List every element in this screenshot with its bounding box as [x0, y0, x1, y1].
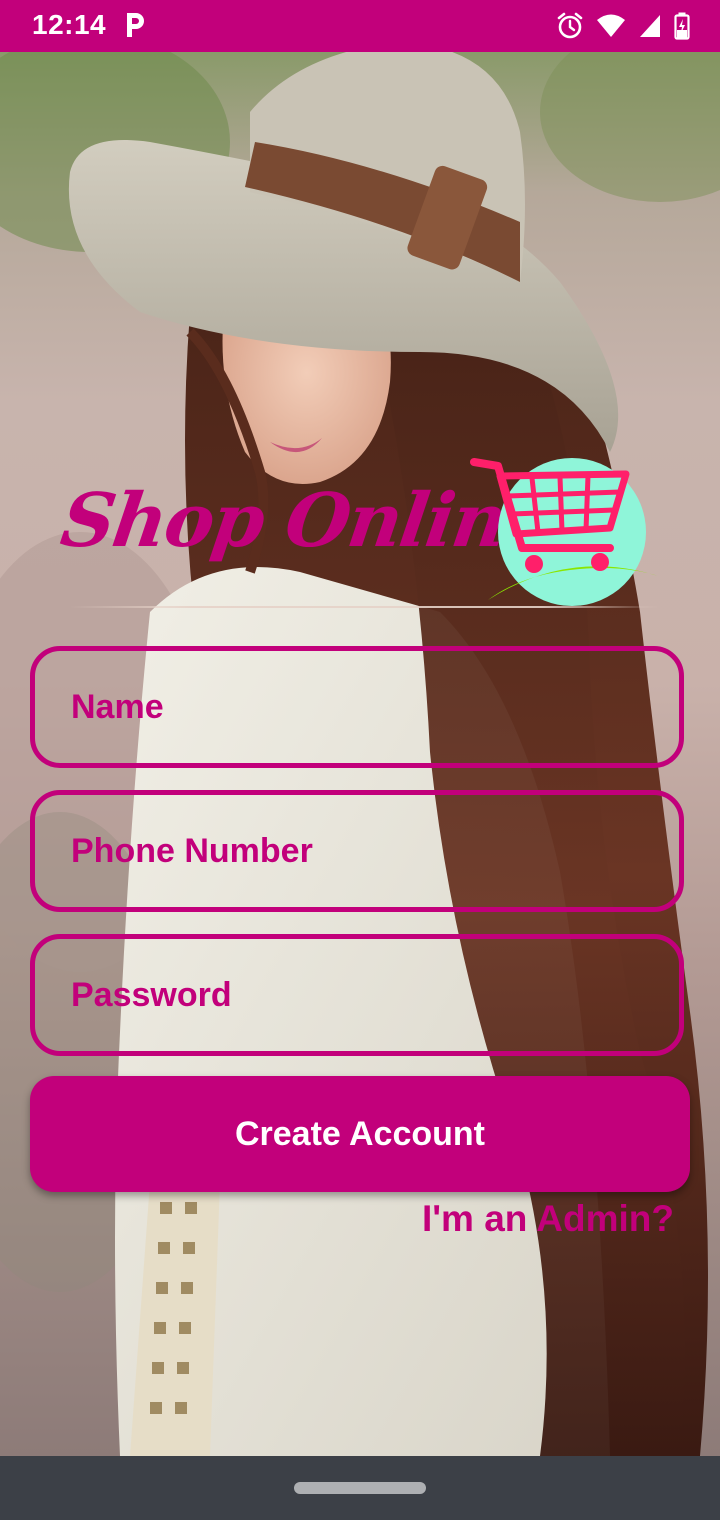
status-time: 12:14 [32, 9, 107, 40]
shopping-cart-icon [470, 458, 658, 606]
status-icons [556, 10, 690, 42]
phone-number-field[interactable] [30, 790, 684, 912]
logo-divider [70, 606, 660, 608]
register-screen: 12:14 Shop Online Name Phone Number Crea… [0, 0, 720, 1520]
battery-icon [674, 12, 690, 40]
name-input[interactable] [35, 651, 679, 763]
signal-icon [640, 15, 660, 37]
create-account-button[interactable]: Create Account [30, 1076, 690, 1192]
wifi-icon [597, 14, 625, 37]
status-bar: 12:14 [0, 0, 720, 52]
p-app-icon [127, 13, 144, 37]
admin-link[interactable]: I'm an Admin? [422, 1198, 674, 1240]
home-gesture-handle[interactable] [294, 1482, 426, 1494]
name-field[interactable] [30, 646, 684, 768]
password-field[interactable] [30, 934, 684, 1056]
alarm-icon [557, 12, 583, 39]
phone-number-input[interactable] [35, 795, 679, 907]
navigation-bar [0, 1456, 720, 1520]
password-input[interactable] [35, 939, 679, 1051]
